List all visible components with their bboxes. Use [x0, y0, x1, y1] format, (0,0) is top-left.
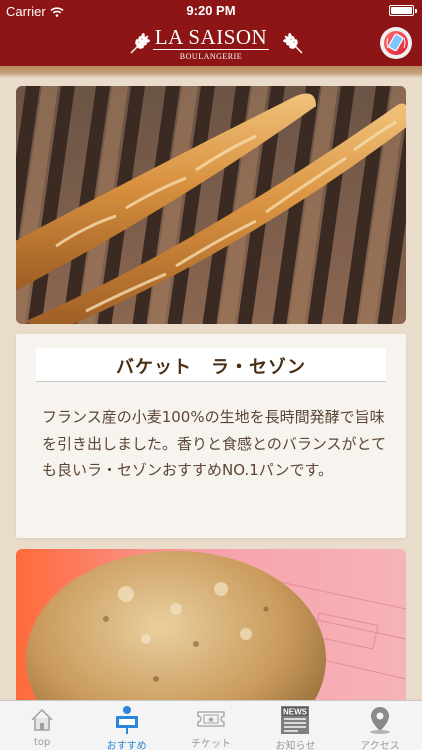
- map-pin-icon: [365, 705, 395, 735]
- news-icon: NEWS: [280, 705, 310, 735]
- ticket-icon: [196, 705, 226, 733]
- status-time: 9:20 PM: [186, 3, 236, 18]
- brand-logo: LA SAISON BOULANGERIE: [0, 25, 422, 61]
- product-title: バケット ラ・セゾン: [116, 357, 306, 378]
- house-icon: [27, 705, 57, 735]
- battery-icon: [389, 5, 417, 16]
- tab-recommend-label: おすすめ: [106, 741, 147, 750]
- tab-top-label: top: [34, 737, 51, 748]
- tab-top[interactable]: top: [0, 701, 84, 750]
- tab-ticket-label: チケット: [191, 739, 232, 750]
- tab-news-label: お知らせ: [275, 741, 316, 750]
- tab-bar: top おすすめ チケット NEWS お知らせ アクセス: [0, 700, 422, 750]
- round-bread-image: [16, 549, 406, 700]
- tab-recommend[interactable]: おすすめ: [84, 701, 168, 750]
- svg-text:NEWS: NEWS: [283, 708, 308, 717]
- tab-access-label: アクセス: [360, 741, 400, 750]
- app-header: LA SAISON BOULANGERIE: [0, 22, 422, 66]
- wheat-right-icon: [283, 33, 303, 54]
- tab-news[interactable]: NEWS お知らせ: [253, 701, 337, 750]
- logo-subtitle: BOULANGERIE: [179, 52, 243, 61]
- phone-icon: [384, 31, 408, 55]
- status-bar: Carrier 9:20 PM: [0, 0, 422, 22]
- header-wood-strip: [0, 66, 422, 78]
- product-title-box: バケット ラ・セゾン: [36, 348, 386, 382]
- baguette-image: [16, 86, 406, 324]
- call-button[interactable]: [380, 27, 412, 59]
- logo-name: LA SAISON: [152, 25, 270, 50]
- tab-ticket[interactable]: チケット: [169, 701, 253, 750]
- tab-access[interactable]: アクセス: [338, 701, 422, 750]
- recommend-person-icon: [112, 705, 142, 735]
- product-card[interactable]: バケット ラ・セゾン フランス産の小麦100%の生地を長時間発酵で旨味を引き出し…: [16, 334, 406, 538]
- recommend-content[interactable]: バケット ラ・セゾン フランス産の小麦100%の生地を長時間発酵で旨味を引き出し…: [0, 78, 422, 700]
- product-description: フランス産の小麦100%の生地を長時間発酵で旨味を引き出しました。香りと食感との…: [42, 408, 387, 479]
